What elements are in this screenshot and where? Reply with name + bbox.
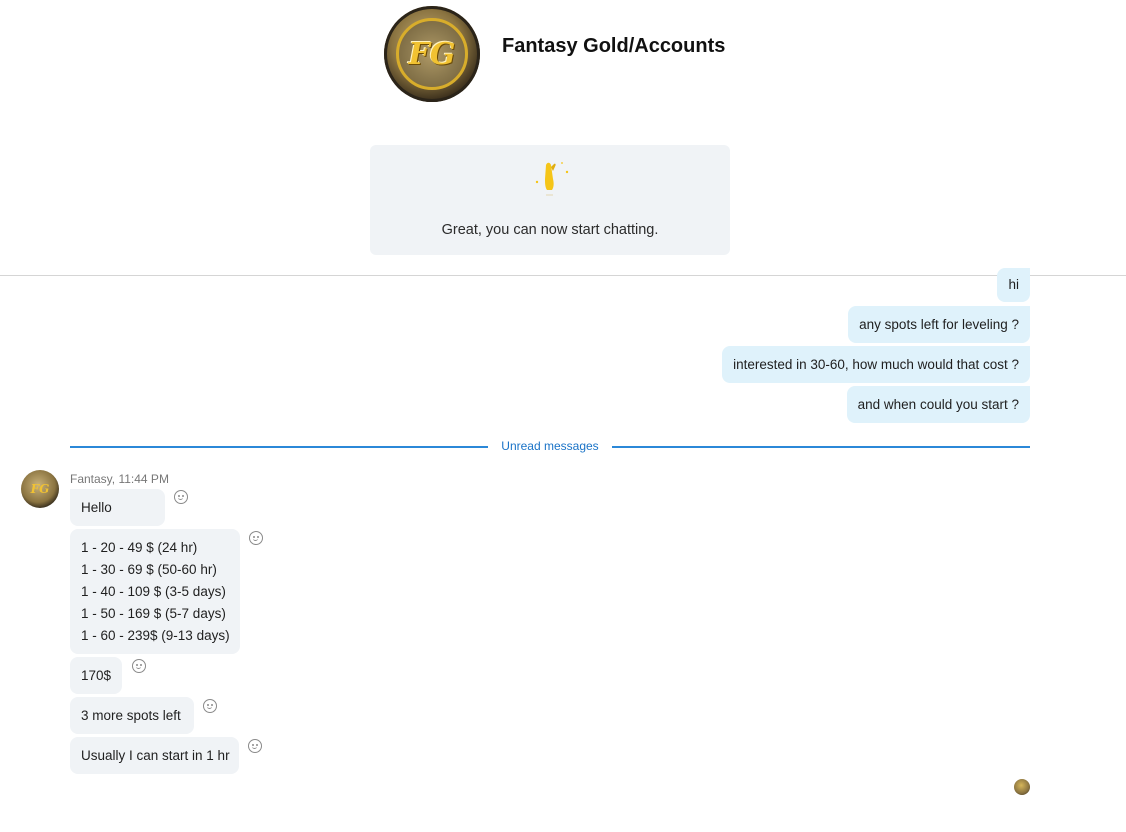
message-line: Usually I can start in 1 hr (81, 748, 230, 763)
message-line: 1 - 50 - 169 $ (5-7 days) (81, 606, 226, 621)
react-emoji-icon[interactable] (248, 739, 262, 753)
header-divider (0, 275, 1126, 276)
contact-name[interactable]: Fantasy Gold/Accounts (502, 35, 725, 58)
unread-messages-divider: Unread messages (70, 437, 1030, 457)
react-emoji-icon[interactable] (249, 531, 263, 545)
react-emoji-icon[interactable] (174, 490, 188, 504)
message-line: 3 more spots left (81, 708, 181, 723)
react-emoji-icon[interactable] (132, 659, 146, 673)
message-line: 170$ (81, 668, 112, 683)
incoming-message[interactable]: Hello (70, 489, 165, 526)
chat-header: FG Fantasy Gold/Accounts Great, you can … (0, 0, 1126, 275)
logo-monogram: FG (408, 36, 456, 72)
incoming-message[interactable]: 1 - 20 - 49 $ (24 hr) 1 - 30 - 69 $ (50-… (70, 529, 240, 654)
message-line: 1 - 30 - 69 $ (50-60 hr) (81, 562, 217, 577)
incoming-message[interactable]: Usually I can start in 1 hr (70, 737, 239, 774)
unread-line-right (612, 446, 1030, 448)
sender-avatar-monogram: FG (30, 482, 50, 496)
sender-avatar[interactable]: FG (21, 470, 59, 508)
outgoing-message[interactable]: and when could you start ? (846, 386, 1030, 423)
outgoing-message[interactable]: any spots left for leveling ? (848, 306, 1030, 343)
message-line: 1 - 40 - 109 $ (3-5 days) (81, 584, 226, 599)
message-line: 1 - 60 - 239$ (9-13 days) (81, 628, 230, 643)
outgoing-message[interactable]: hi (997, 268, 1030, 302)
incoming-message[interactable]: 170$ (70, 657, 122, 694)
welcome-message: Great, you can now start chatting. (441, 222, 659, 238)
message-line: Hello (81, 500, 112, 515)
incoming-message[interactable]: 3 more spots left (70, 697, 194, 734)
waving-hand-icon (535, 162, 569, 196)
outgoing-message[interactable]: interested in 30-60, how much would that… (722, 346, 1030, 383)
welcome-card: Great, you can now start chatting. (370, 145, 730, 255)
read-receipt-avatar (1014, 779, 1030, 795)
contact-avatar[interactable]: FG (384, 6, 480, 102)
message-line: 1 - 20 - 49 $ (24 hr) (81, 540, 198, 555)
react-emoji-icon[interactable] (203, 699, 217, 713)
logo-emblem: FG (396, 18, 468, 90)
sender-timestamp: Fantasy, 11:44 PM (70, 472, 169, 486)
